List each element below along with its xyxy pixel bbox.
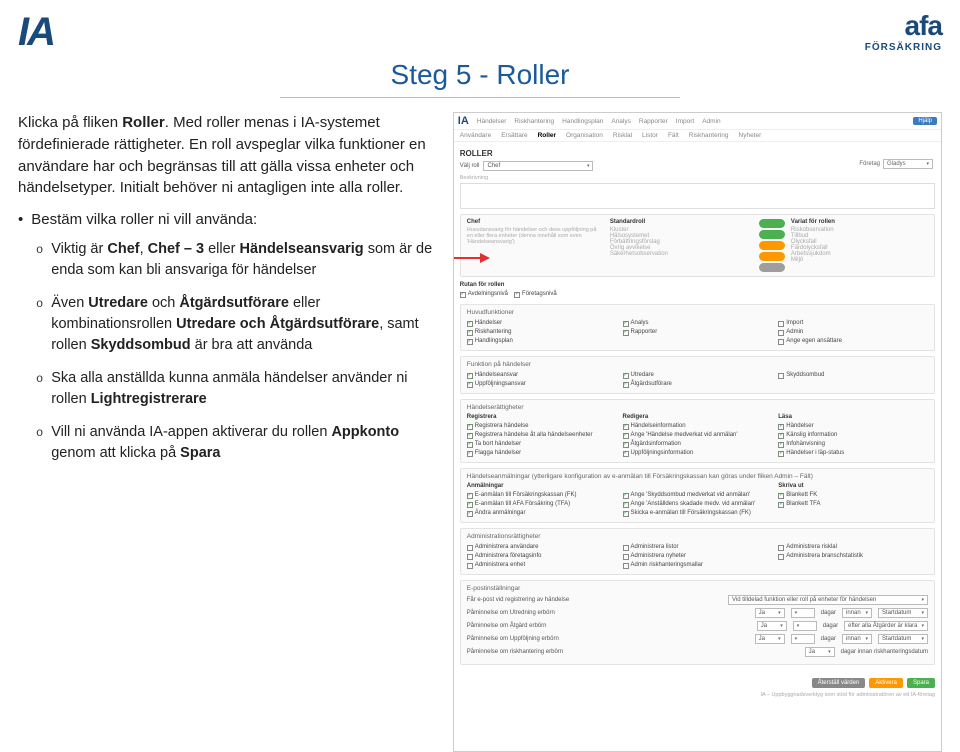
reset-button[interactable]: Återställ värden (812, 678, 866, 688)
logo-ia: IA (18, 10, 54, 55)
handelserattigheter: Händelserättigheter RegistreraRegistrera… (460, 399, 935, 463)
top-menu[interactable]: HändelserRiskhanteringHandlingsplanAnaly… (477, 118, 729, 125)
description-label: Beskrivning (460, 175, 488, 181)
logo-afa: afa FÖRSÄKRING (865, 10, 942, 53)
section-heading: ROLLER (460, 149, 935, 158)
epostinstallningar: E-postinställningar Får e-post vid regis… (460, 580, 935, 665)
admin-tabs[interactable]: AnvändareErsättareRollerOrganisationRisk… (454, 130, 941, 142)
footnote: IA – Uppbyggnadsverktyg som stöd för adm… (454, 692, 941, 700)
administrationsrattigheter: Administrationsrättigheter Administrera … (460, 528, 935, 575)
description-input[interactable] (460, 183, 935, 209)
handelseanmalningar: Händelseanmälningar (ytterligare konfigu… (460, 468, 935, 523)
funktion-handelser: Funktion på händelser HändelseansvarUppf… (460, 356, 935, 394)
status-pills (753, 219, 785, 272)
activate-button[interactable]: Aktivera (869, 678, 903, 688)
action-buttons[interactable]: Återställ värden Aktivera Spara (454, 674, 941, 692)
help-button[interactable]: Hjälp (913, 117, 937, 125)
callout-arrow (453, 251, 492, 265)
save-button[interactable]: Spara (907, 678, 935, 688)
role-description-block: Chef Huvudansvarig för händelser och des… (460, 214, 935, 277)
bullet-icon (18, 209, 23, 231)
instruction-text: Klicka på fliken Roller. Med roller mena… (18, 112, 435, 752)
app-brand: IA (458, 115, 469, 127)
huvudfunktioner: Huvudfunktioner HändelserRiskhanteringHa… (460, 304, 935, 351)
app-screenshot: IA HändelserRiskhanteringHandlingsplanAn… (453, 112, 942, 752)
page-title: Steg 5 - Roller (280, 59, 680, 98)
company-selector[interactable]: Företag Gladys (859, 159, 933, 169)
